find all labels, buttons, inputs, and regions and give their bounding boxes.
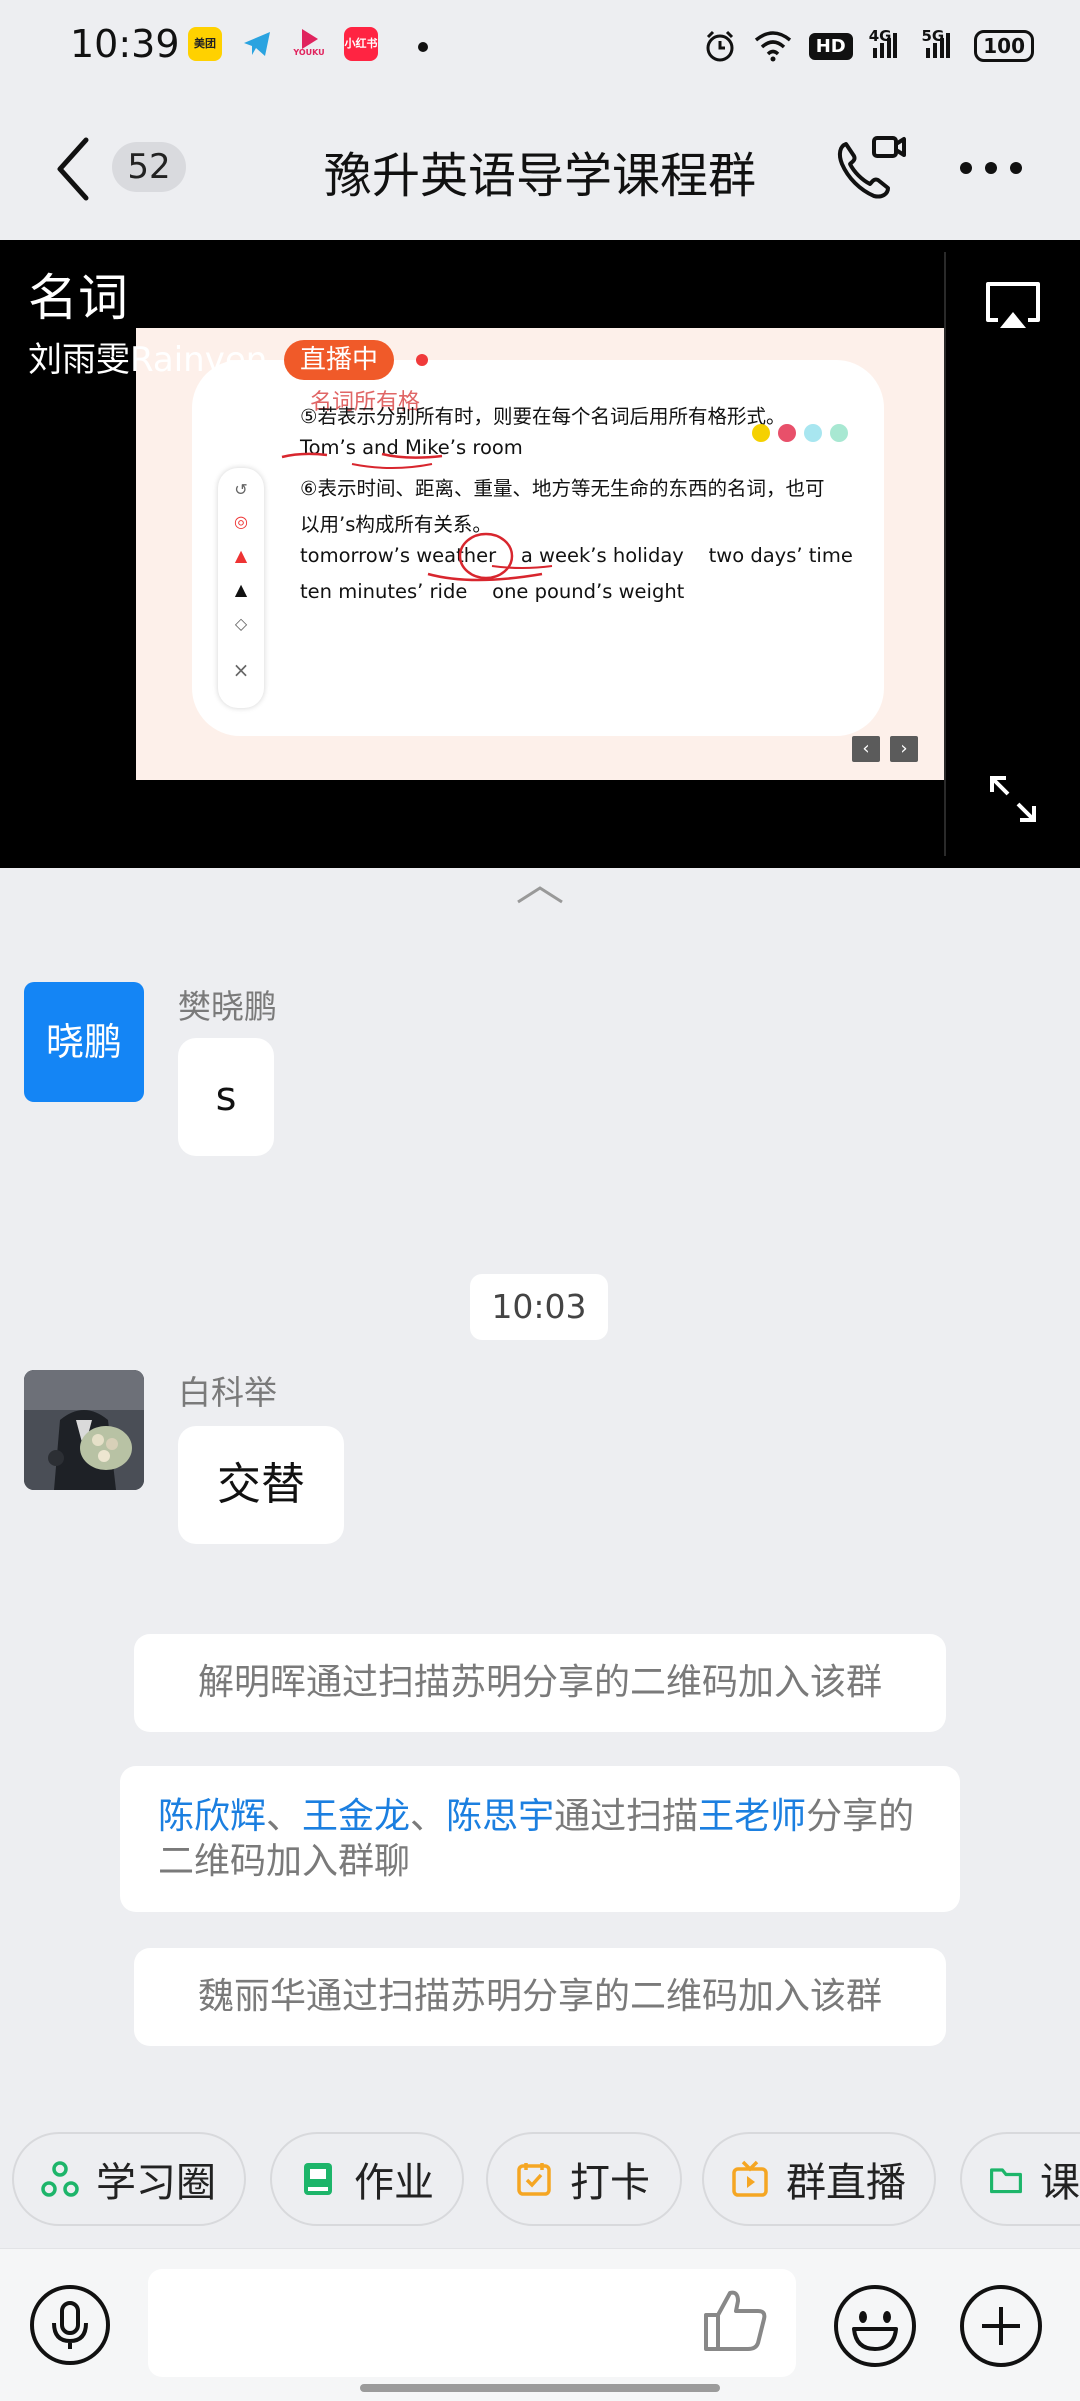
live-dot	[416, 354, 428, 366]
message-bubble[interactable]: 交替	[178, 1426, 344, 1544]
avatar[interactable]	[24, 1370, 144, 1490]
yellow-color-swatch[interactable]	[752, 424, 770, 442]
youku-app-icon: YOUKU	[292, 27, 326, 61]
cyan-color-swatch[interactable]	[804, 424, 822, 442]
slide-prev-button[interactable]: ‹	[852, 736, 880, 762]
system-notice: 魏丽华通过扫描苏明分享的二维码加入该群	[134, 1948, 946, 2046]
battery-indicator: 100	[974, 30, 1034, 62]
group-title: 豫升英语导学课程群	[323, 148, 756, 204]
input-bar	[0, 2248, 1080, 2401]
plus-icon[interactable]	[958, 2283, 1044, 2369]
divider	[944, 252, 946, 856]
status-indicators: HD 4G 5G 100	[703, 24, 1034, 68]
message-timestamp: 10:03	[470, 1274, 608, 1340]
user-link[interactable]: 王老师	[698, 1796, 806, 1837]
status-time: 10:39	[70, 22, 180, 66]
expand-icon[interactable]	[986, 772, 1040, 826]
sender-name: 白科举	[178, 1373, 277, 1412]
status-bar: 10:39 美团 YOUKU 小红书 HD 4G 5G 100	[0, 0, 1080, 96]
course-button[interactable]: 课	[960, 2132, 1080, 2226]
system-notice: 陈欣辉、王金龙、陈思宇通过扫描王老师分享的二维码加入群聊	[120, 1766, 960, 1912]
notification-dot	[418, 42, 428, 52]
red-color-swatch[interactable]	[778, 424, 796, 442]
meituan-app-icon: 美团	[188, 27, 222, 61]
study-circle-button[interactable]: 学习圈	[12, 2132, 246, 2226]
hd-indicator: HD	[808, 32, 853, 60]
live-tv-icon	[732, 2160, 768, 2197]
telegram-app-icon	[240, 27, 274, 61]
user-link[interactable]: 陈思宇	[446, 1796, 554, 1837]
teacher-name: 刘雨雯Rainven	[28, 340, 268, 380]
live-title: 名词	[28, 269, 128, 327]
collapse-icon[interactable]	[514, 882, 566, 908]
home-indicator[interactable]	[360, 2384, 720, 2392]
call-video-icon[interactable]	[832, 132, 906, 202]
checkin-button[interactable]: 打卡	[486, 2132, 682, 2226]
green-color-swatch[interactable]	[830, 424, 848, 442]
slide-card: 名词所有格 ↺ ◎ ▲ ▲ ◇ × ⑤若表示分别所有时，则要在每个名词后用所有格…	[192, 360, 884, 736]
thumbs-up-icon[interactable]	[700, 2285, 770, 2355]
homework-icon	[304, 2163, 332, 2195]
airplay-icon[interactable]	[982, 280, 1044, 332]
annotation-strokes	[281, 452, 553, 582]
folder-icon	[990, 2168, 1022, 2194]
live-video-panel[interactable]: 名词 名词所有格 ↺ ◎ ▲ ▲ ◇ × ⑤若表示分别所有时，则要在每个名词后用…	[0, 240, 1080, 868]
alarm-icon	[706, 30, 734, 62]
avatar[interactable]: 晓鹏	[24, 982, 144, 1102]
user-link[interactable]: 陈欣辉	[158, 1796, 266, 1837]
close-icon[interactable]: ×	[218, 658, 264, 682]
message-bubble[interactable]: s	[178, 1038, 274, 1156]
xiaohongshu-app-icon: 小红书	[344, 27, 378, 61]
network-4g-label: 4G	[869, 27, 897, 58]
slide-view[interactable]: 名词所有格 ↺ ◎ ▲ ▲ ◇ × ⑤若表示分别所有时，则要在每个名词后用所有格…	[136, 328, 944, 780]
chat-header: 52 豫升英语导学课程群	[0, 96, 1080, 240]
study-circle-icon	[41, 2161, 79, 2197]
message-input[interactable]	[148, 2269, 796, 2377]
group-live-button[interactable]: 群直播	[702, 2132, 936, 2226]
user-link[interactable]: 王金龙	[302, 1796, 410, 1837]
emoji-icon[interactable]	[832, 2283, 918, 2369]
pen-color-picker[interactable]	[752, 424, 848, 442]
network-5g-label: 5G	[922, 27, 950, 58]
more-icon[interactable]	[956, 158, 1026, 178]
system-notice: 解明晖通过扫描苏明分享的二维码加入该群	[134, 1634, 946, 1732]
homework-button[interactable]: 作业	[270, 2132, 464, 2226]
wifi-icon	[754, 31, 791, 62]
live-status-badge: 直播中	[284, 340, 394, 380]
mic-icon[interactable]	[28, 2283, 112, 2367]
slide-next-button[interactable]: ›	[890, 736, 918, 762]
sender-name: 樊晓鹏	[178, 987, 277, 1026]
checkin-icon	[517, 2163, 551, 2196]
